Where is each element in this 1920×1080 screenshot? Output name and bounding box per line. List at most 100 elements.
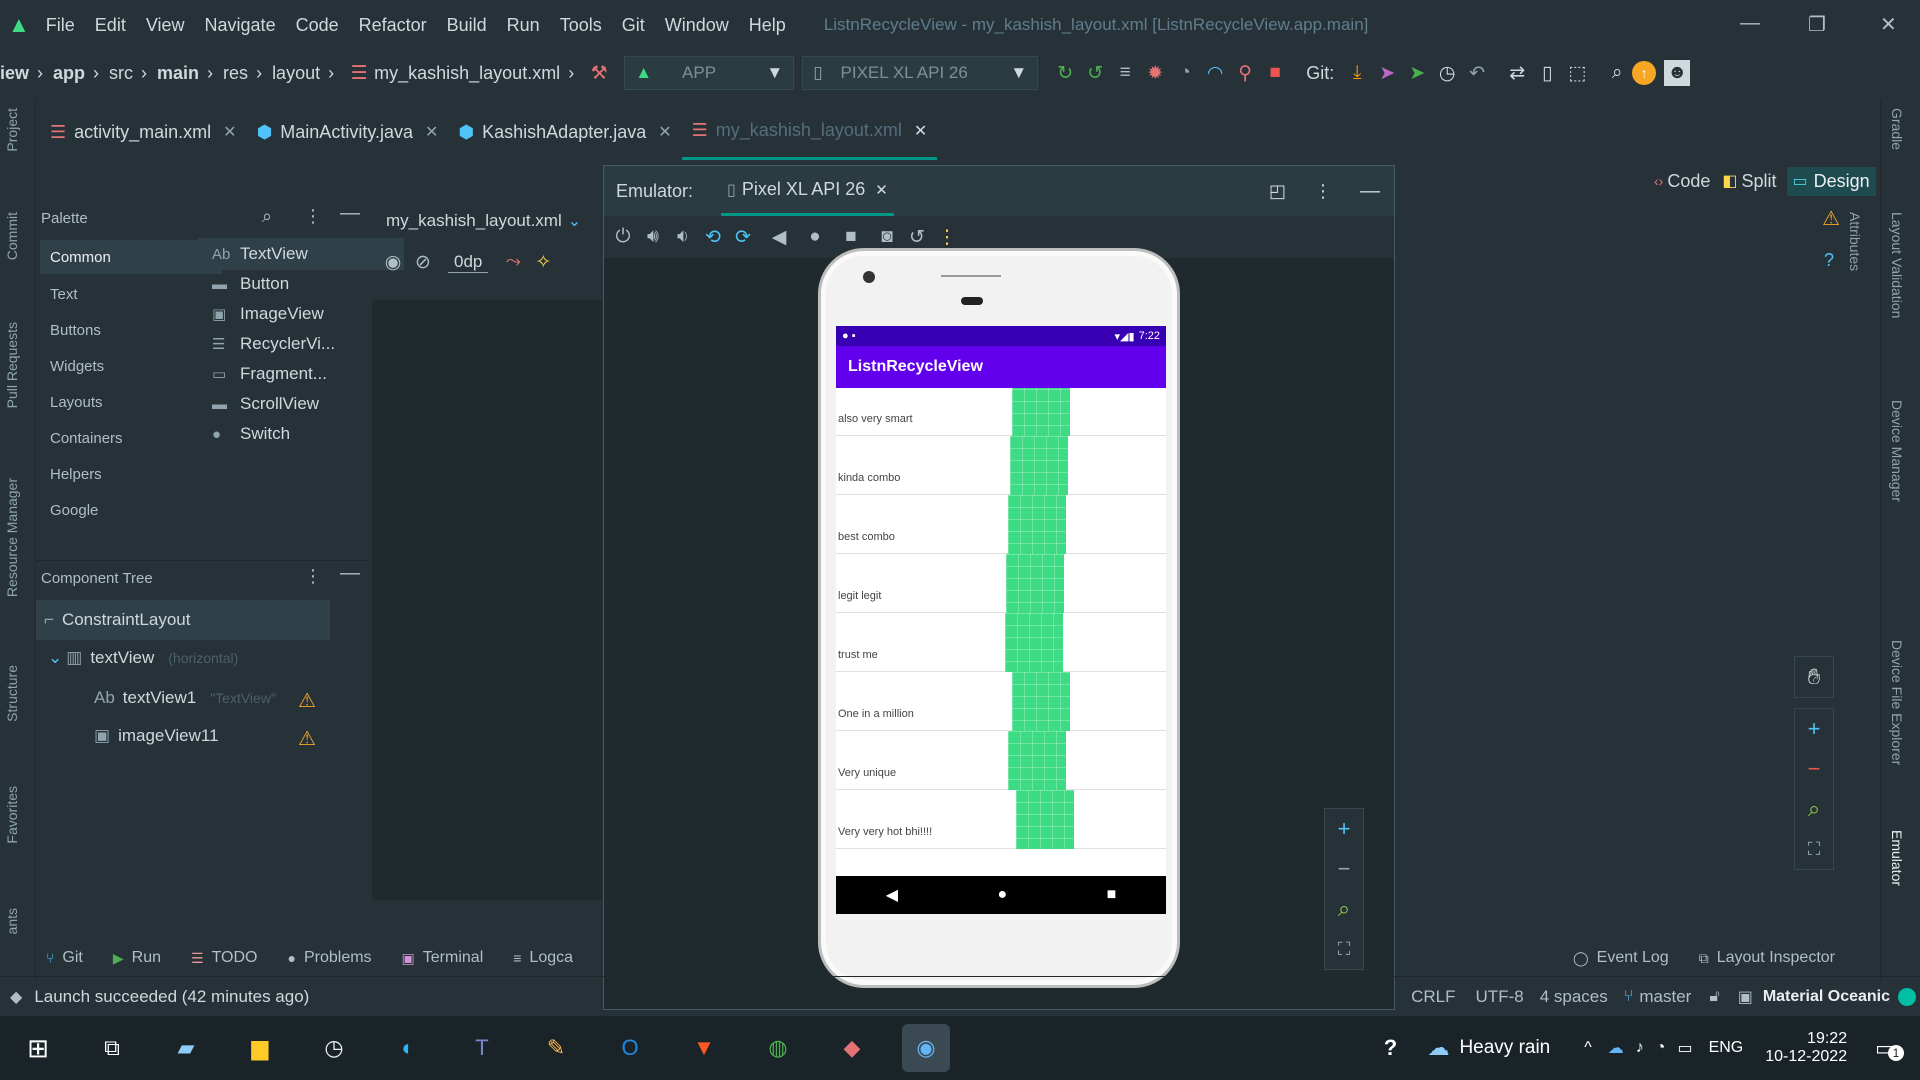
- paint-icon[interactable]: ✎: [532, 1024, 580, 1072]
- file-encoding[interactable]: UTF-8: [1476, 987, 1524, 1007]
- tree-node-textview1[interactable]: Ab textView1 "TextView": [94, 688, 276, 708]
- emulator-device-tab[interactable]: ▯ Pixel XL API 26 ✕: [721, 166, 894, 216]
- close-icon[interactable]: ✕: [425, 122, 438, 142]
- indent-setting[interactable]: 4 spaces: [1540, 987, 1608, 1007]
- menu-view[interactable]: View: [146, 15, 185, 36]
- restore-icon[interactable]: ❐: [1808, 12, 1826, 37]
- menu-window[interactable]: Window: [665, 15, 729, 36]
- palette-item-switch[interactable]: ● Switch: [212, 424, 290, 444]
- clock-app-icon[interactable]: ◷: [310, 1024, 358, 1072]
- rerun-icon[interactable]: ≡: [1110, 58, 1140, 88]
- tool-emulator[interactable]: Emulator: [1889, 830, 1905, 886]
- tab-activity-main[interactable]: ☰ activity_main.xml ✕: [40, 104, 247, 160]
- recycler-list[interactable]: also very smart kinda combo best combo l…: [836, 388, 1166, 876]
- wifi-icon[interactable]: ◔: [1656, 1039, 1666, 1057]
- palette-item-button[interactable]: ▬ Button: [212, 274, 289, 294]
- palette-category-containers[interactable]: Containers: [50, 430, 123, 447]
- breadcrumb-res[interactable]: res: [223, 63, 248, 84]
- update-icon[interactable]: ↑: [1632, 61, 1657, 85]
- tree-node-constraintlayout[interactable]: ⌐ ConstraintLayout: [36, 600, 330, 640]
- tool-gradle[interactable]: Gradle: [1889, 108, 1905, 150]
- menu-refactor[interactable]: Refactor: [359, 15, 427, 36]
- bottom-tab-terminal[interactable]: ▣ Terminal: [402, 949, 484, 967]
- git-update-icon[interactable]: ⤓: [1342, 58, 1372, 88]
- tree-node-imageview11[interactable]: ▣ imageView11: [94, 726, 219, 746]
- tool-resource-manager[interactable]: Resource Manager: [4, 478, 20, 597]
- notepad-icon[interactable]: ▰: [162, 1024, 210, 1072]
- zoom-out-icon[interactable]: −: [1808, 749, 1821, 789]
- stop-icon[interactable]: ■: [1260, 58, 1290, 88]
- git-client-icon[interactable]: ◆: [828, 1024, 876, 1072]
- list-item[interactable]: also very smart: [836, 388, 1166, 436]
- menu-edit[interactable]: Edit: [95, 15, 126, 36]
- list-item[interactable]: legit legit: [836, 554, 1166, 613]
- zoom-in-icon[interactable]: +: [1808, 709, 1821, 749]
- list-item[interactable]: trust me: [836, 613, 1166, 672]
- tool-device-file-explorer[interactable]: Device File Explorer: [1889, 640, 1905, 765]
- volume-down-icon[interactable]: 🔉︎: [668, 222, 698, 252]
- device-manager-icon[interactable]: ▯: [1532, 58, 1562, 88]
- tool-attributes[interactable]: Attributes: [1847, 212, 1863, 271]
- windows-start-icon[interactable]: ⊞: [14, 1024, 62, 1072]
- menu-navigate[interactable]: Navigate: [205, 15, 276, 36]
- palette-item-scrollview[interactable]: ▬ ScrollView: [212, 394, 319, 414]
- more-options-icon[interactable]: ⋮: [304, 206, 322, 227]
- menu-tools[interactable]: Tools: [560, 15, 602, 36]
- account-icon[interactable]: ☻: [1664, 60, 1691, 86]
- minimize-panel-icon[interactable]: —: [340, 202, 360, 225]
- search-icon[interactable]: ⌕: [1602, 58, 1632, 88]
- brave-browser-icon[interactable]: ▼: [680, 1024, 728, 1072]
- close-icon[interactable]: ✕: [1880, 12, 1897, 37]
- home-icon[interactable]: ●: [800, 222, 830, 252]
- breadcrumb-main[interactable]: main: [157, 63, 199, 84]
- tool-commit[interactable]: Commit: [4, 212, 20, 260]
- eye-icon[interactable]: ◉: [378, 247, 408, 277]
- palette-category-buttons[interactable]: Buttons: [50, 322, 101, 339]
- tab-kashish-adapter[interactable]: ⬢ KashishAdapter.java ✕: [448, 104, 681, 160]
- overview-icon[interactable]: ■: [1107, 886, 1117, 904]
- edge-browser-icon[interactable]: ◐: [384, 1024, 432, 1072]
- line-separator[interactable]: CRLF: [1411, 987, 1455, 1007]
- coverage-icon[interactable]: ◔: [1170, 58, 1200, 88]
- infer-constraints-icon[interactable]: ✧: [528, 247, 558, 277]
- design-file-selector[interactable]: my_kashish_layout.xml ⌄: [386, 206, 581, 236]
- git-push-icon[interactable]: ➤: [1402, 58, 1432, 88]
- palette-category-layouts[interactable]: Layouts: [50, 394, 103, 411]
- bottom-tab-logcat[interactable]: ≡ Logca: [513, 949, 573, 967]
- palette-category-google[interactable]: Google: [50, 502, 98, 519]
- build-hammer-icon[interactable]: ⚒: [584, 58, 614, 88]
- bottom-tab-run[interactable]: ▶ Run: [113, 949, 161, 967]
- palette-category-helpers[interactable]: Helpers: [50, 466, 102, 483]
- palette-category-common[interactable]: Common: [40, 240, 222, 274]
- power-icon[interactable]: ⏻: [608, 222, 638, 252]
- language-indicator[interactable]: ENG: [1709, 1039, 1744, 1057]
- bottom-tab-layout-inspector[interactable]: ⧉ Layout Inspector: [1699, 949, 1835, 967]
- palette-item-imageview[interactable]: ▣ ImageView: [212, 304, 324, 324]
- apply-changes-icon[interactable]: ↻: [1050, 58, 1080, 88]
- tab-my-kashish-layout[interactable]: ☰ my_kashish_layout.xml ✕: [681, 104, 938, 160]
- profile-icon[interactable]: ◠: [1200, 58, 1230, 88]
- debug-icon[interactable]: ✹: [1140, 58, 1170, 88]
- list-item[interactable]: Very unique: [836, 731, 1166, 790]
- close-icon[interactable]: ✕: [658, 122, 671, 142]
- tray-chevron-up-icon[interactable]: ^: [1584, 1039, 1592, 1057]
- phone-screen[interactable]: ● ▪ ▾◢▮ 7:22 ListnRecycleView also very …: [836, 326, 1166, 914]
- tool-device-manager[interactable]: Device Manager: [1889, 400, 1905, 502]
- design-mode-button[interactable]: ▭ Design: [1786, 166, 1876, 196]
- close-icon[interactable]: ✕: [875, 181, 888, 199]
- more-options-icon[interactable]: ⋮: [1314, 181, 1332, 202]
- onedrive-icon[interactable]: ☁: [1608, 1038, 1624, 1058]
- teams-icon[interactable]: T: [458, 1024, 506, 1072]
- menu-file[interactable]: File: [46, 15, 75, 36]
- git-rollback-icon[interactable]: ↶: [1462, 58, 1492, 88]
- sdk-manager-icon[interactable]: ⬚: [1562, 58, 1592, 88]
- palette-category-text[interactable]: Text: [50, 286, 78, 303]
- tab-main-activity[interactable]: ⬢ MainActivity.java ✕: [247, 104, 449, 160]
- clock[interactable]: 19:22 10-12-2022: [1765, 1030, 1847, 1066]
- outlook-icon[interactable]: O: [606, 1024, 654, 1072]
- tool-favorites[interactable]: Favorites: [4, 786, 20, 844]
- bottom-tab-event-log[interactable]: ◯ Event Log: [1573, 949, 1669, 967]
- file-explorer-icon[interactable]: ▆: [236, 1024, 284, 1072]
- git-history-icon[interactable]: ◷: [1432, 58, 1462, 88]
- magnet-off-icon[interactable]: ⊘: [408, 247, 438, 277]
